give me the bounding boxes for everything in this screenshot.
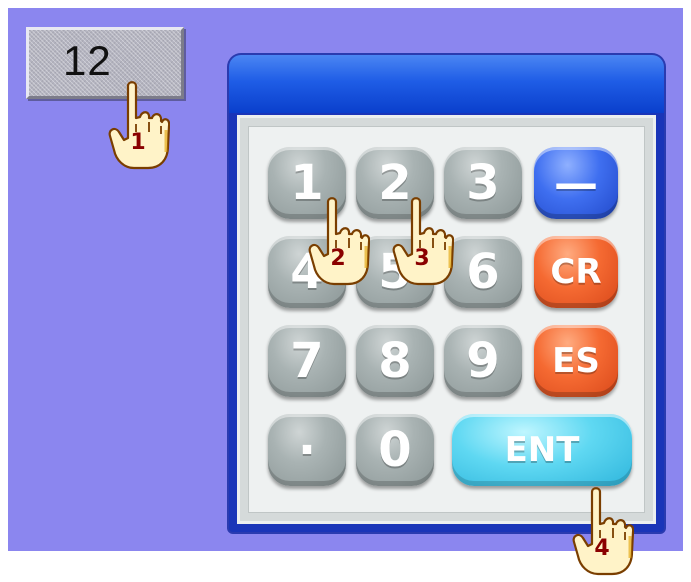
key-6[interactable]: 6 — [444, 236, 522, 308]
keypad-title-bar[interactable] — [229, 55, 664, 113]
key-decimal[interactable]: · — [268, 414, 346, 486]
step-number-2: 2 — [330, 246, 346, 271]
pointing-hand-icon: 2 — [306, 196, 370, 288]
step-number-1: 1 — [130, 130, 146, 155]
numeric-input-value: 12 — [63, 37, 112, 84]
key-escape[interactable]: ES — [534, 325, 618, 397]
key-0[interactable]: 0 — [356, 414, 434, 486]
key-3[interactable]: 3 — [444, 147, 522, 219]
key-8[interactable]: 8 — [356, 325, 434, 397]
key-clear[interactable]: CR — [534, 236, 618, 308]
key-7[interactable]: 7 — [268, 325, 346, 397]
pointing-hand-icon: 4 — [570, 486, 634, 578]
pointing-hand-icon: 3 — [390, 196, 454, 288]
step-number-3: 3 — [414, 246, 430, 271]
key-enter[interactable]: ENT — [452, 414, 632, 486]
key-minus[interactable]: — — [534, 147, 618, 219]
key-9[interactable]: 9 — [444, 325, 522, 397]
step-number-4: 4 — [594, 536, 610, 561]
pointing-hand-icon: 1 — [106, 80, 170, 172]
